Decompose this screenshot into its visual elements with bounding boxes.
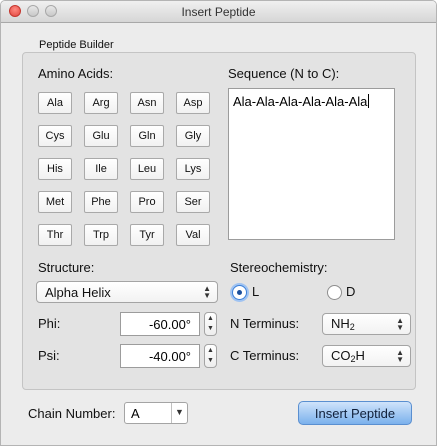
n-terminus-value: NH2 bbox=[331, 316, 355, 332]
amino-acid-button-pro[interactable]: Pro bbox=[130, 191, 164, 213]
amino-acid-button-cys[interactable]: Cys bbox=[38, 125, 72, 147]
chevron-updown-icon: ▲ ▼ bbox=[396, 348, 404, 364]
amino-acid-button-his[interactable]: His bbox=[38, 158, 72, 180]
phi-label: Phi: bbox=[38, 316, 61, 331]
chain-number-value: A bbox=[131, 406, 140, 421]
radio-d[interactable] bbox=[327, 285, 342, 300]
sequence-label: Sequence (N to C): bbox=[228, 66, 340, 81]
sequence-text-area[interactable]: Ala-Ala-Ala-Ala-Ala-Ala bbox=[228, 88, 395, 240]
stepper-down-icon: ▼ bbox=[207, 325, 214, 332]
insert-peptide-button[interactable]: Insert Peptide bbox=[298, 401, 412, 425]
psi-field[interactable]: -40.00° bbox=[120, 344, 200, 368]
stepper-up-icon: ▲ bbox=[207, 347, 214, 354]
amino-acid-button-thr[interactable]: Thr bbox=[38, 224, 72, 246]
radio-d-label: D bbox=[346, 284, 356, 299]
psi-label: Psi: bbox=[38, 348, 60, 363]
radio-l[interactable] bbox=[232, 285, 247, 300]
amino-acid-button-asp[interactable]: Asp bbox=[176, 92, 210, 114]
c-terminus-label: C Terminus: bbox=[230, 348, 300, 363]
psi-stepper[interactable]: ▲ ▼ bbox=[204, 344, 217, 368]
phi-field[interactable]: -60.00° bbox=[120, 312, 200, 336]
amino-acids-label: Amino Acids: bbox=[38, 66, 114, 81]
chevron-updown-icon: ▲ ▼ bbox=[396, 316, 404, 332]
amino-acid-button-gln[interactable]: Gln bbox=[130, 125, 164, 147]
amino-acid-button-val[interactable]: Val bbox=[176, 224, 210, 246]
phi-stepper[interactable]: ▲ ▼ bbox=[204, 312, 217, 336]
sequence-text: Ala-Ala-Ala-Ala-Ala-Ala bbox=[233, 94, 368, 109]
title-bar: Insert Peptide bbox=[1, 1, 436, 23]
amino-acid-button-met[interactable]: Met bbox=[38, 191, 72, 213]
stereochemistry-label: Stereochemistry: bbox=[230, 260, 328, 275]
combo-divider bbox=[171, 403, 172, 423]
chevron-down-icon[interactable]: ▼ bbox=[175, 407, 184, 417]
chain-number-label: Chain Number: bbox=[28, 406, 116, 421]
chain-number-combo[interactable]: A ▼ bbox=[124, 402, 188, 424]
c-terminus-value: CO2H bbox=[331, 348, 365, 364]
amino-acid-button-tyr[interactable]: Tyr bbox=[130, 224, 164, 246]
n-terminus-popup[interactable]: NH2 ▲ ▼ bbox=[322, 313, 411, 335]
amino-acid-button-asn[interactable]: Asn bbox=[130, 92, 164, 114]
text-caret bbox=[368, 94, 370, 108]
amino-acid-button-ile[interactable]: Ile bbox=[84, 158, 118, 180]
chevron-updown-icon: ▲ ▼ bbox=[203, 284, 211, 300]
c-terminus-popup[interactable]: CO2H ▲ ▼ bbox=[322, 345, 411, 367]
amino-acid-button-glu[interactable]: Glu bbox=[84, 125, 118, 147]
stepper-up-icon: ▲ bbox=[207, 315, 214, 322]
structure-selected: Alpha Helix bbox=[45, 284, 111, 300]
amino-acid-button-phe[interactable]: Phe bbox=[84, 191, 118, 213]
amino-acid-button-arg[interactable]: Arg bbox=[84, 92, 118, 114]
radio-l-label: L bbox=[252, 284, 260, 299]
n-terminus-label: N Terminus: bbox=[230, 316, 300, 331]
structure-label: Structure: bbox=[38, 260, 95, 275]
psi-value: -40.00° bbox=[148, 348, 191, 364]
window-title: Insert Peptide bbox=[181, 5, 256, 19]
amino-acid-button-leu[interactable]: Leu bbox=[130, 158, 164, 180]
amino-acid-button-lys[interactable]: Lys bbox=[176, 158, 210, 180]
amino-acid-button-ser[interactable]: Ser bbox=[176, 191, 210, 213]
amino-acid-button-trp[interactable]: Trp bbox=[84, 224, 118, 246]
structure-popup[interactable]: Alpha Helix ▲ ▼ bbox=[36, 281, 218, 303]
phi-value: -60.00° bbox=[148, 316, 191, 332]
peptide-builder-label: Peptide Builder bbox=[39, 39, 114, 51]
amino-acid-button-ala[interactable]: Ala bbox=[38, 92, 72, 114]
amino-acid-button-gly[interactable]: Gly bbox=[176, 125, 210, 147]
stepper-down-icon: ▼ bbox=[207, 357, 214, 364]
